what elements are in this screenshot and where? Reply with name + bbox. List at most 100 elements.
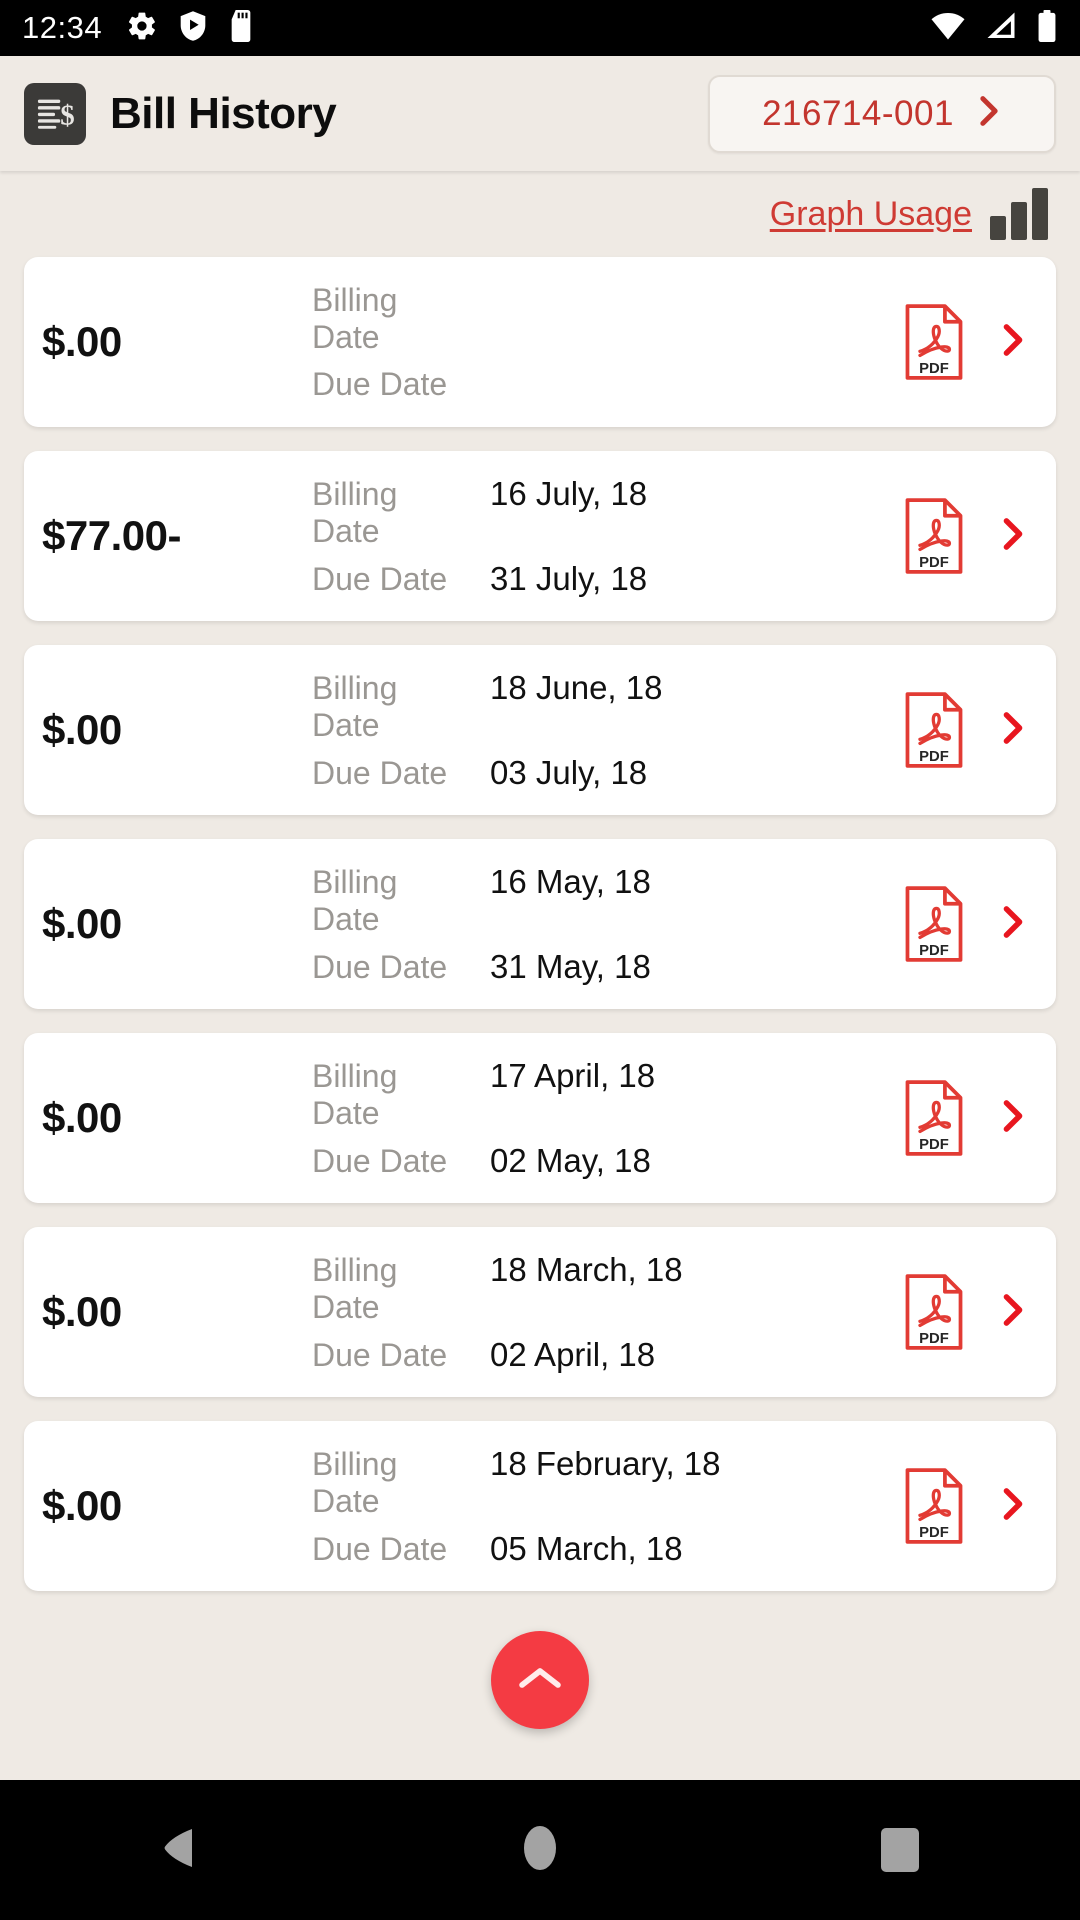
billing-date-value: 16 July, 18 bbox=[490, 474, 648, 512]
billing-date-value: 18 June, 18 bbox=[490, 668, 663, 706]
graph-usage-link[interactable]: Graph Usage bbox=[770, 195, 972, 234]
due-date-row: Due Date 31 July, 18 bbox=[312, 560, 902, 598]
svg-text:PDF: PDF bbox=[919, 1137, 949, 1153]
bill-dates: Billing Date 18 June, 18 Due Date 03 Jul… bbox=[312, 669, 902, 792]
bill-dates: Billing Date 18 March, 18 Due Date 02 Ap… bbox=[312, 1251, 902, 1374]
svg-text:PDF: PDF bbox=[919, 1331, 949, 1347]
due-date-label: Due Date bbox=[312, 754, 448, 791]
nav-recents-button[interactable] bbox=[825, 1780, 975, 1920]
pdf-download-icon[interactable]: PDF bbox=[902, 1467, 966, 1545]
play-protect-shield-icon bbox=[178, 10, 208, 47]
bill-card[interactable]: $.00 Billing Date 18 June, 18 Due Date 0… bbox=[24, 645, 1056, 815]
due-date-row: Due Date 31 May, 18 bbox=[312, 948, 902, 986]
billing-date-value: 18 March, 18 bbox=[490, 1250, 683, 1288]
svg-text:PDF: PDF bbox=[919, 749, 949, 765]
billing-date-row: Billing Date 18 February, 18 bbox=[312, 1445, 902, 1520]
bill-detail-chevron-icon[interactable] bbox=[1000, 710, 1026, 751]
cellular-signal-icon bbox=[984, 11, 1018, 46]
scroll-to-top-button[interactable] bbox=[491, 1631, 589, 1729]
billing-date-row: Billing Date bbox=[312, 282, 902, 356]
due-date-value: 02 May, 18 bbox=[490, 1141, 651, 1179]
due-date-row: Due Date 02 April, 18 bbox=[312, 1336, 902, 1374]
billing-date-row: Billing Date 18 March, 18 bbox=[312, 1251, 902, 1326]
bill-card[interactable]: $77.00- Billing Date 16 July, 18 Due Dat… bbox=[24, 451, 1056, 621]
pdf-download-icon[interactable]: PDF bbox=[902, 497, 966, 575]
account-selector-button[interactable]: 216714-001 bbox=[708, 74, 1056, 153]
battery-icon bbox=[1036, 9, 1058, 47]
due-date-value: 02 April, 18 bbox=[490, 1335, 656, 1373]
android-navigation-bar bbox=[0, 1780, 1080, 1920]
chevron-right-icon bbox=[976, 94, 1002, 133]
billing-date-value: 16 May, 18 bbox=[490, 862, 651, 900]
pdf-download-icon[interactable]: PDF bbox=[902, 303, 966, 381]
bill-dates: Billing Date 16 July, 18 Due Date 31 Jul… bbox=[312, 475, 902, 598]
billing-date-label: Billing Date bbox=[312, 1445, 398, 1519]
bill-amount: $.00 bbox=[42, 318, 122, 365]
due-date-label: Due Date bbox=[312, 948, 448, 985]
status-bar-clock: 12:34 bbox=[22, 10, 103, 45]
due-date-value: 05 March, 18 bbox=[490, 1529, 683, 1567]
due-date-row: Due Date 02 May, 18 bbox=[312, 1142, 902, 1180]
sd-card-icon bbox=[228, 9, 254, 47]
due-date-label: Due Date bbox=[312, 1142, 448, 1179]
billing-date-value: 18 February, 18 bbox=[490, 1444, 721, 1482]
account-number: 216714-001 bbox=[762, 93, 954, 133]
due-date-label: Due Date bbox=[312, 1530, 448, 1567]
bill-card[interactable]: $.00 Billing Date 16 May, 18 Due Date 31… bbox=[24, 839, 1056, 1009]
pdf-download-icon[interactable]: PDF bbox=[902, 1079, 966, 1157]
back-triangle-icon bbox=[160, 1826, 200, 1875]
bill-card[interactable]: $.00 Billing Date 17 April, 18 Due Date … bbox=[24, 1033, 1056, 1203]
bill-dates: Billing Date 16 May, 18 Due Date 31 May,… bbox=[312, 863, 902, 986]
bill-dates: Billing Date 17 April, 18 Due Date 02 Ma… bbox=[312, 1057, 902, 1180]
graph-usage-row: Graph Usage bbox=[24, 171, 1056, 257]
bill-amount: $.00 bbox=[42, 706, 122, 753]
nav-home-button[interactable] bbox=[465, 1780, 615, 1920]
billing-date-label: Billing Date bbox=[312, 1057, 398, 1131]
bar-chart-icon[interactable] bbox=[990, 188, 1048, 240]
billing-date-row: Billing Date 18 June, 18 bbox=[312, 669, 902, 744]
svg-text:PDF: PDF bbox=[919, 1525, 949, 1541]
scroll-to-top-wrap bbox=[24, 1615, 1056, 1745]
bill-amount: $.00 bbox=[42, 1482, 122, 1529]
bill-detail-chevron-icon[interactable] bbox=[1000, 516, 1026, 557]
bill-detail-chevron-icon[interactable] bbox=[1000, 1098, 1026, 1139]
svg-text:$: $ bbox=[60, 99, 74, 131]
billing-date-row: Billing Date 16 July, 18 bbox=[312, 475, 902, 550]
pdf-download-icon[interactable]: PDF bbox=[902, 1273, 966, 1351]
billing-date-value: 17 April, 18 bbox=[490, 1056, 656, 1094]
pdf-download-icon[interactable]: PDF bbox=[902, 691, 966, 769]
due-date-label: Due Date bbox=[312, 365, 448, 402]
home-circle-icon bbox=[521, 1824, 559, 1877]
app-header: $ Bill History 216714-001 bbox=[0, 56, 1080, 171]
status-bar: 12:34 bbox=[0, 0, 1080, 56]
status-bar-system-icons bbox=[930, 9, 1058, 47]
recents-square-icon bbox=[881, 1828, 919, 1872]
nav-back-button[interactable] bbox=[105, 1780, 255, 1920]
due-date-value: 31 May, 18 bbox=[490, 947, 651, 985]
status-bar-notification-icons bbox=[126, 9, 930, 47]
due-date-row: Due Date 05 March, 18 bbox=[312, 1530, 902, 1568]
billing-date-label: Billing Date bbox=[312, 669, 398, 743]
bill-detail-chevron-icon[interactable] bbox=[1000, 322, 1026, 363]
settings-gear-icon bbox=[126, 10, 158, 47]
due-date-label: Due Date bbox=[312, 560, 448, 597]
bill-card[interactable]: $.00 Billing Date 18 March, 18 Due Date … bbox=[24, 1227, 1056, 1397]
due-date-row: Due Date 03 July, 18 bbox=[312, 754, 902, 792]
bill-dates: Billing Date 18 February, 18 Due Date 05… bbox=[312, 1445, 902, 1568]
bill-amount: $77.00- bbox=[42, 512, 181, 559]
bill-detail-chevron-icon[interactable] bbox=[1000, 1486, 1026, 1527]
bill-detail-chevron-icon[interactable] bbox=[1000, 904, 1026, 945]
svg-text:PDF: PDF bbox=[919, 361, 949, 377]
bill-card[interactable]: $.00 Billing Date Due Date PDF bbox=[24, 257, 1056, 427]
svg-text:PDF: PDF bbox=[919, 555, 949, 571]
page-title: Bill History bbox=[110, 88, 337, 138]
phone-screen: 12:34 $ Bill History 216714-001 Graph Us… bbox=[0, 0, 1080, 1920]
bill-card[interactable]: $.00 Billing Date 18 February, 18 Due Da… bbox=[24, 1421, 1056, 1591]
pdf-download-icon[interactable]: PDF bbox=[902, 885, 966, 963]
billing-date-label: Billing Date bbox=[312, 281, 398, 355]
svg-text:PDF: PDF bbox=[919, 943, 949, 959]
due-date-row: Due Date bbox=[312, 366, 902, 403]
bill-detail-chevron-icon[interactable] bbox=[1000, 1292, 1026, 1333]
bill-document-dollar-icon: $ bbox=[24, 82, 86, 145]
due-date-label: Due Date bbox=[312, 1336, 448, 1373]
